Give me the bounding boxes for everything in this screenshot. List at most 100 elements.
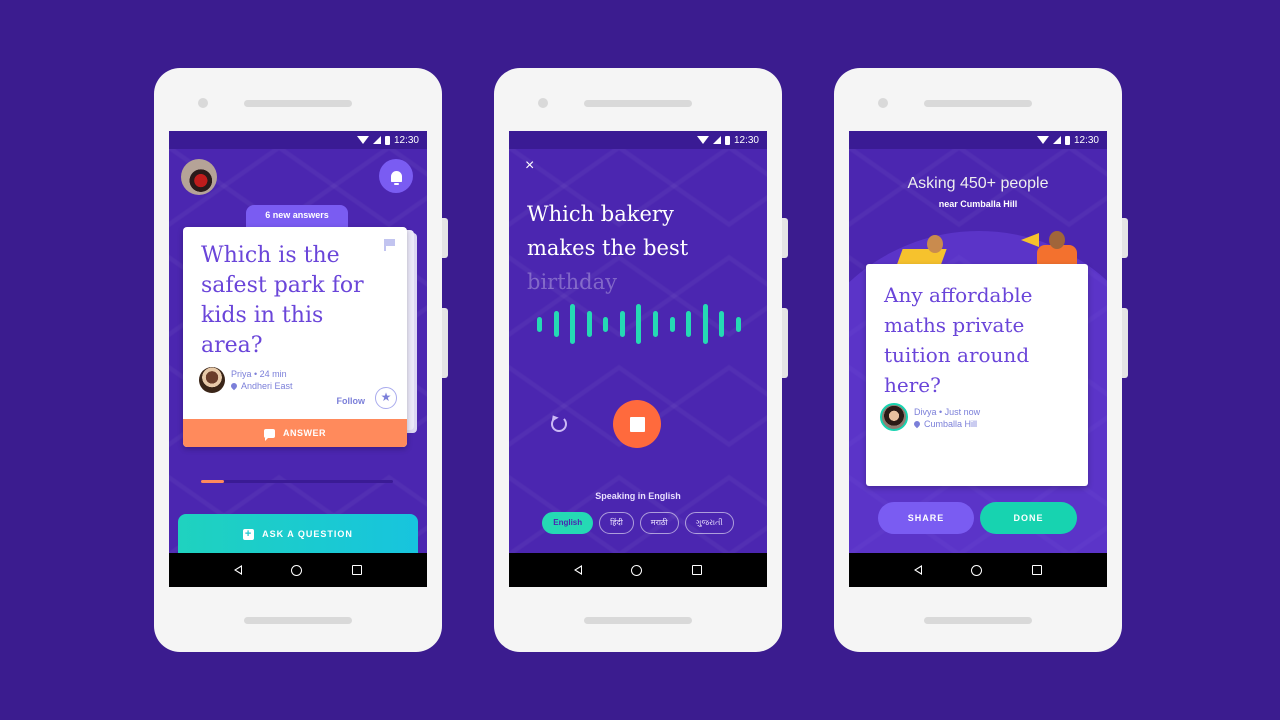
- speaking-language-label: Speaking in English: [595, 491, 681, 501]
- back-icon[interactable]: [913, 565, 922, 575]
- waveform-bar: [537, 316, 542, 332]
- status-bar: 12:30: [169, 131, 427, 149]
- share-button[interactable]: SHARE: [878, 502, 974, 534]
- back-icon[interactable]: [233, 565, 242, 575]
- asking-screen: 12:30 Asking 450+ people near Cumballa H…: [849, 131, 1107, 587]
- android-nav-bar: [849, 553, 1107, 587]
- language-chips: English हिंदी मराठी ગુજરાતી: [509, 512, 767, 534]
- status-time: 12:30: [733, 134, 759, 146]
- waveform-bar: [653, 311, 659, 337]
- bottom-speaker: [924, 617, 1032, 624]
- notifications-button[interactable]: [379, 159, 413, 193]
- wifi-icon: [696, 136, 709, 144]
- status-bar: 12:30: [849, 131, 1107, 149]
- stop-icon: [629, 416, 645, 432]
- bottom-speaker: [244, 617, 352, 624]
- question-card[interactable]: Which is the safest park for kids in thi…: [183, 227, 407, 447]
- home-icon[interactable]: [971, 564, 983, 576]
- power-button: [1122, 308, 1128, 378]
- replay-icon[interactable]: [551, 416, 567, 432]
- user-avatar[interactable]: [181, 159, 217, 195]
- front-camera: [878, 98, 888, 108]
- waveform-bar: [686, 311, 692, 337]
- waveform-bar: [719, 311, 725, 337]
- phone-asking: 12:30 Asking 450+ people near Cumballa H…: [834, 68, 1128, 652]
- recents-icon[interactable]: [692, 565, 703, 575]
- android-nav-bar: [169, 553, 427, 587]
- location-pin-icon: [229, 381, 239, 391]
- signal-icon: [712, 136, 721, 144]
- wifi-icon: [1036, 136, 1049, 144]
- battery-icon: [724, 135, 730, 145]
- author-meta: Divya • Just now Cumballa Hill: [912, 406, 981, 430]
- question-text: Any affordable maths private tuition aro…: [884, 283, 1033, 397]
- author-avatar: [880, 403, 908, 431]
- recents-icon[interactable]: [352, 565, 363, 575]
- waveform-bar: [570, 304, 576, 344]
- status-bar: 12:30: [509, 131, 767, 149]
- signal-icon: [372, 136, 381, 144]
- megaphone-illustration: [1019, 223, 1079, 271]
- transcript-text: Which bakery makes the best: [527, 202, 689, 260]
- waveform-bar: [669, 316, 675, 332]
- new-answers-badge[interactable]: 6 new answers: [246, 205, 348, 229]
- author-location: Andheri East: [241, 381, 293, 391]
- stop-recording-button[interactable]: [613, 400, 661, 448]
- earpiece: [244, 100, 352, 107]
- author-avatar: [199, 367, 225, 393]
- volume-button: [1122, 218, 1128, 258]
- listener-illustration: [895, 235, 949, 269]
- waveform-bar: [603, 316, 609, 332]
- status-time: 12:30: [393, 134, 419, 146]
- waveform-bar: [619, 311, 625, 337]
- author-meta: Priya • 24 min Andheri East: [229, 368, 293, 392]
- voice-screen: 12:30 × Which bakery makes the best birt…: [509, 131, 767, 587]
- location-pin-icon: [912, 419, 922, 429]
- plus-icon: +: [243, 528, 255, 540]
- chat-bubble-icon: [264, 428, 275, 441]
- recents-icon[interactable]: [1032, 565, 1043, 575]
- question-card: Any affordable maths private tuition aro…: [866, 264, 1088, 486]
- volume-button: [782, 218, 788, 258]
- answer-label: ANSWER: [283, 428, 326, 438]
- waveform-bar: [636, 304, 642, 344]
- language-chip[interactable]: English: [542, 512, 594, 534]
- close-button[interactable]: ×: [525, 157, 534, 175]
- follow-link[interactable]: Follow: [337, 396, 366, 406]
- author-location: Cumballa Hill: [924, 419, 978, 429]
- front-camera: [198, 98, 208, 108]
- earpiece: [584, 100, 692, 107]
- home-icon[interactable]: [291, 564, 303, 576]
- asking-count-title: Asking 450+ people: [907, 175, 1049, 192]
- feed-screen: 12:30 6 new answers Which is the safest …: [169, 131, 427, 587]
- battery-icon: [384, 135, 390, 145]
- flag-icon[interactable]: [384, 239, 395, 251]
- language-chip[interactable]: मराठी: [639, 512, 679, 534]
- power-button: [442, 308, 448, 378]
- bottom-speaker: [584, 617, 692, 624]
- near-location-label: near Cumballa Hill: [938, 199, 1018, 209]
- back-icon[interactable]: [573, 565, 582, 575]
- battery-icon: [1064, 135, 1070, 145]
- voice-transcript: Which bakery makes the best birthday: [527, 197, 727, 299]
- waveform-bar: [553, 311, 559, 337]
- wifi-icon: [356, 136, 369, 144]
- bell-icon: [390, 170, 402, 185]
- volume-button: [442, 218, 448, 258]
- language-chip[interactable]: हिंदी: [599, 512, 634, 534]
- earpiece: [924, 100, 1032, 107]
- home-icon[interactable]: [631, 564, 643, 576]
- answer-button[interactable]: ANSWER: [183, 419, 407, 447]
- ask-question-label: ASK A QUESTION: [262, 529, 353, 539]
- author-name-time: Divya • Just now: [914, 407, 981, 417]
- status-time: 12:30: [1073, 134, 1099, 146]
- star-icon: ★: [380, 390, 392, 404]
- done-button[interactable]: DONE: [980, 502, 1077, 534]
- author-name-time: Priya • 24 min: [231, 369, 287, 379]
- follow-star-button[interactable]: ★: [375, 387, 397, 409]
- transcript-partial: birthday: [527, 270, 617, 294]
- waveform-bar: [735, 316, 741, 332]
- phone-feed: 12:30 6 new answers Which is the safest …: [154, 68, 448, 652]
- question-text: Which is the safest park for kids in thi…: [201, 243, 364, 358]
- language-chip[interactable]: ગુજરાતી: [684, 512, 734, 534]
